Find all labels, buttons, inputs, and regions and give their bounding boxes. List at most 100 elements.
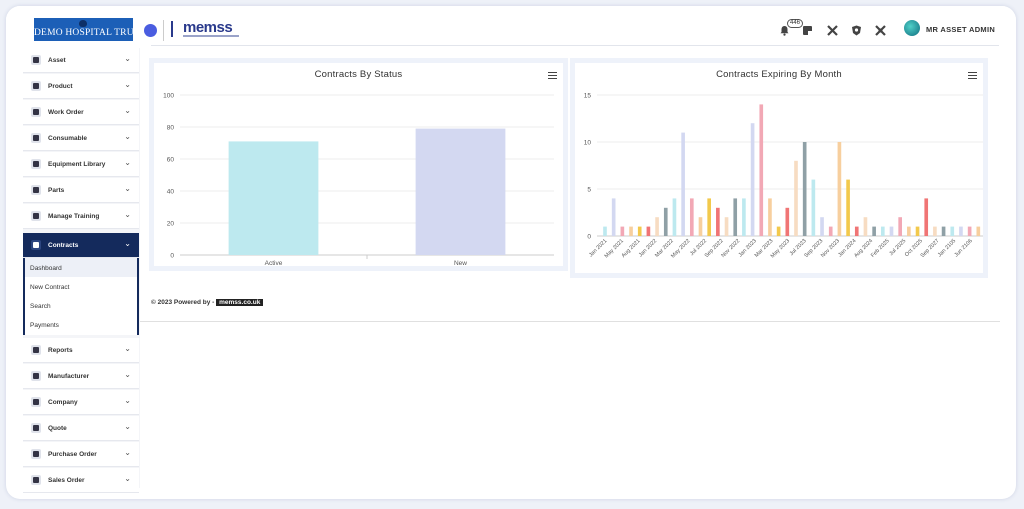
submenu-item-new-contract[interactable]: New Contract — [25, 277, 137, 296]
submenu-item-payments[interactable]: Payments — [25, 315, 137, 334]
bar — [663, 207, 668, 236]
sidebar-item-work-order[interactable]: Work Order ⌄ — [23, 100, 139, 125]
library-icon — [31, 159, 41, 169]
user-avatar[interactable] — [904, 20, 920, 36]
sidebar-item-asset[interactable]: Asset ⌄ — [23, 48, 139, 73]
logo-text: memss — [183, 19, 233, 36]
bar — [620, 226, 625, 236]
chevron-down-icon: ⌄ — [124, 474, 131, 483]
footer-link[interactable]: memss.co.uk — [216, 299, 264, 306]
chevron-down-icon: ⌄ — [124, 54, 131, 63]
bar — [637, 226, 642, 236]
bar — [837, 142, 842, 236]
header-divider — [163, 20, 164, 41]
sidebar-item-label: Parts — [48, 187, 65, 194]
shield-icon[interactable] — [851, 25, 862, 36]
contracts-by-status-panel: Contracts By Status 0 20 40 60 80 100 Active Ne… — [149, 58, 568, 271]
consumable-icon — [31, 133, 41, 143]
sidebar: Asset ⌄ Product ⌄ Work Order ⌄ Consumable ⌄ … — [23, 48, 140, 493]
bar — [924, 198, 929, 236]
chevron-down-icon: ⌄ — [124, 184, 131, 193]
bar — [776, 226, 781, 236]
crest-icon — [79, 20, 87, 27]
bar — [724, 217, 729, 236]
bar — [603, 226, 607, 236]
bar — [681, 132, 685, 236]
sidebar-item-label: Sales Order — [48, 477, 85, 484]
x-tick-label: Feb 2025 — [870, 238, 891, 259]
app-window: DEMO HOSPITAL TRUST memss 446 MR ASSET A… — [6, 6, 1016, 499]
sidebar-item-purchase-order[interactable]: Purchase Order ⌄ — [23, 442, 139, 467]
top-bar: DEMO HOSPITAL TRUST memss 446 MR ASSET A… — [6, 6, 1016, 48]
chevron-down-icon: ⌄ — [124, 158, 131, 167]
sidebar-item-label: Reports — [48, 347, 73, 354]
bar — [854, 226, 859, 236]
sidebar-item-label: Quote — [48, 425, 67, 432]
bar — [768, 198, 772, 236]
bar — [785, 207, 790, 236]
user-name[interactable]: MR ASSET ADMIN — [926, 25, 995, 34]
sidebar-item-equipment-library[interactable]: Equipment Library ⌄ — [23, 152, 139, 177]
tools-icon[interactable] — [827, 25, 838, 36]
purchase-icon — [31, 449, 41, 459]
bar — [872, 226, 876, 236]
sidebar-item-company[interactable]: Company ⌄ — [23, 390, 139, 415]
bar — [889, 226, 894, 236]
bar — [689, 198, 694, 236]
chevron-down-icon: ⌄ — [124, 370, 131, 379]
x-tick-label: New — [454, 260, 467, 266]
bar — [811, 179, 816, 236]
company-icon — [31, 397, 41, 407]
bar — [846, 179, 850, 236]
sidebar-item-label: Company — [48, 399, 78, 406]
sidebar-item-manage-training[interactable]: Manage Training ⌄ — [23, 204, 139, 229]
caduceus-icon — [171, 21, 181, 37]
sidebar-item-label: Product — [48, 83, 73, 90]
chevron-down-icon: ⌄ — [124, 448, 131, 457]
bar — [863, 217, 868, 236]
y-tick-label: 40 — [167, 189, 175, 196]
sidebar-item-consumable[interactable]: Consumable ⌄ — [23, 126, 139, 151]
sidebar-item-product[interactable]: Product ⌄ — [23, 74, 139, 99]
bar — [880, 226, 885, 236]
sidebar-item-manufacturer[interactable]: Manufacturer ⌄ — [23, 364, 139, 389]
note-icon[interactable] — [802, 25, 813, 36]
status-bar-chart: 0 20 40 60 80 100 Active New — [163, 93, 554, 266]
sidebar-item-quote[interactable]: Quote ⌄ — [23, 416, 139, 441]
y-tick-label: 80 — [167, 125, 175, 132]
memss-logo[interactable]: memss — [169, 19, 241, 41]
sidebar-item-sales-order[interactable]: Sales Order ⌄ — [23, 468, 139, 493]
bar — [716, 207, 720, 236]
status-dot-icon — [144, 24, 157, 37]
footer: © 2023 Powered by - memss.co.uk — [151, 299, 264, 306]
asset-icon — [31, 55, 41, 65]
submenu-item-search[interactable]: Search — [25, 296, 137, 315]
chevron-down-icon: ⌄ — [124, 396, 131, 405]
factory-icon — [31, 371, 41, 381]
submenu-item-dashboard[interactable]: Dashboard — [25, 258, 137, 277]
y-tick-label: 15 — [584, 93, 592, 100]
product-icon — [31, 81, 41, 91]
bar — [228, 141, 319, 255]
sidebar-item-label: Purchase Order — [48, 451, 97, 458]
y-tick-label: 20 — [167, 221, 175, 228]
sidebar-item-label: Consumable — [48, 135, 88, 142]
sidebar-item-label: Contracts — [48, 242, 79, 249]
bar — [698, 217, 703, 236]
sidebar-item-reports[interactable]: Reports ⌄ — [23, 338, 139, 363]
bar — [759, 104, 764, 237]
bar — [802, 142, 807, 236]
parts-icon — [31, 185, 41, 195]
bar — [959, 226, 963, 236]
hospital-brand-logo[interactable]: DEMO HOSPITAL TRUST — [34, 18, 145, 41]
sidebar-item-parts[interactable]: Parts ⌄ — [23, 178, 139, 203]
sidebar-item-contracts[interactable]: Contracts ⌄ — [23, 233, 139, 258]
header-divider-line — [151, 45, 999, 46]
bar — [672, 198, 677, 236]
wrench-icon[interactable] — [875, 25, 886, 36]
y-tick-label: 0 — [587, 234, 591, 241]
expiring-bar-chart: 051015Jan 2021May 2021Aug 2021Jan 2022Ma… — [584, 93, 983, 259]
bar — [750, 123, 755, 236]
quote-icon — [31, 423, 41, 433]
bar — [950, 226, 955, 236]
